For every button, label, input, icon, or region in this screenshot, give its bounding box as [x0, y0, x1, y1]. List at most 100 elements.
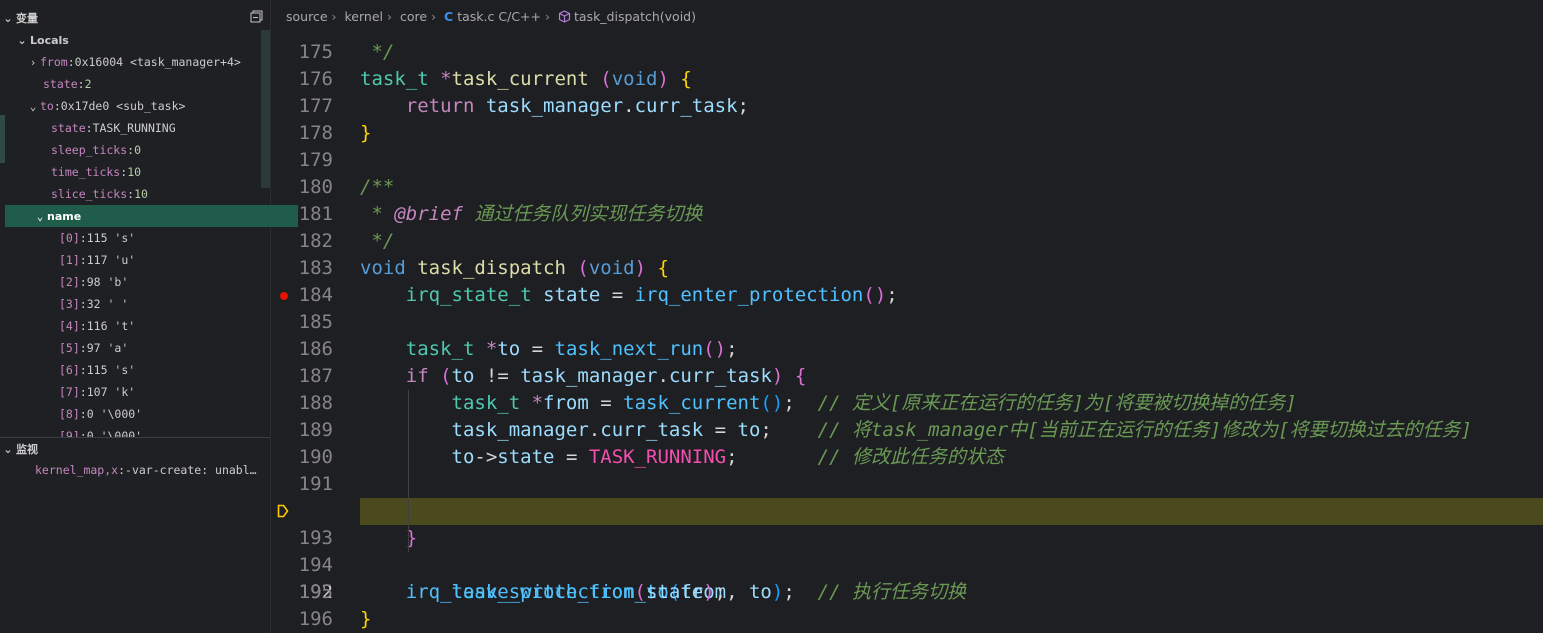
- name-item-9-clip: [9]: 0 '\000': [0, 425, 270, 437]
- watch-value: -var-create: unabl…: [125, 463, 257, 477]
- collapse-all-icon[interactable]: [250, 10, 263, 26]
- var-value: 117 'u': [86, 253, 136, 267]
- var-value: 10: [134, 187, 148, 201]
- code-line-192[interactable]: 192 task_switch_from_to(from, to); // 执行…: [271, 498, 1543, 603]
- var-key: sleep_ticks: [51, 143, 128, 157]
- current-line-highlight: [360, 498, 1543, 525]
- code-line-175[interactable]: 175 */: [271, 39, 1543, 66]
- var-name[interactable]: ⌄ name: [5, 205, 298, 227]
- line-number: 177: [298, 95, 333, 117]
- breadcrumb-item-core[interactable]: core: [400, 9, 427, 24]
- code-line-187[interactable]: 187 if (to != task_manager.curr_task) {: [271, 363, 1543, 390]
- var-value: 0x17de0 <sub_task>: [60, 99, 186, 113]
- code-line-196[interactable]: 196}: [271, 606, 1543, 633]
- chevron-right-icon: ›: [545, 9, 551, 24]
- var-key: [1]: [59, 253, 80, 267]
- code-editor[interactable]: 174 * @brief 获取当前任务 175 */ 176task_t *ta…: [271, 0, 1543, 633]
- watch-item[interactable]: kernel_map,x: -var-create: unabl…: [0, 459, 305, 481]
- var-key: state: [51, 121, 86, 135]
- variables-title: 变量: [16, 12, 38, 25]
- line-number: 181: [298, 203, 333, 225]
- breadcrumb-item-kernel[interactable]: kernel: [345, 9, 384, 24]
- code-line-190[interactable]: 190 to->state = TASK_RUNNING; // 修改此任务的状…: [271, 444, 1543, 471]
- code-line-182[interactable]: 182 */: [271, 228, 1543, 255]
- var-to[interactable]: ⌄ to: 0x17de0 <sub_task>: [0, 95, 296, 117]
- var-value: 115 's': [86, 363, 136, 377]
- watch-key: kernel_map,x: [35, 463, 119, 477]
- line-number: 191: [298, 473, 333, 495]
- code-line-193[interactable]: 193 }: [271, 525, 1543, 552]
- name-item-9[interactable]: [9]: 0 '\000': [0, 425, 270, 437]
- code-line-179[interactable]: 179: [271, 147, 1543, 174]
- code-line-181[interactable]: 181 * @brief 通过任务队列实现任务切换: [271, 201, 1543, 228]
- chevron-down-icon: ⌄: [3, 442, 13, 456]
- code-line-183[interactable]: 183 void task_dispatch (void) {: [271, 255, 1543, 282]
- chevron-right-icon: ›: [29, 55, 37, 69]
- indent-guide: [408, 390, 409, 552]
- c-file-icon: C: [444, 9, 454, 24]
- chevron-down-icon: ⌄: [17, 33, 27, 47]
- breadcrumb: source › kernel › core › Ctask.c C/C++ › tas…: [286, 9, 696, 26]
- var-key: slice_ticks: [51, 187, 128, 201]
- line-number: 178: [298, 122, 333, 144]
- line-number: 183: [298, 257, 333, 279]
- code-text: to->state = TASK_RUNNING; // 修改此任务的状态: [451, 446, 1004, 468]
- var-value: 107 'k': [86, 385, 136, 399]
- debug-pointer-icon: [277, 504, 289, 518]
- line-number: 187: [298, 365, 333, 387]
- var-value: 0 '\000': [86, 407, 143, 421]
- code-text: task_t *task_current (void) {: [360, 68, 692, 90]
- code-line-195[interactable]: 195 irq_leave_protection(state);: [271, 579, 1543, 606]
- line-number: 189: [298, 419, 333, 441]
- line-number: 186: [298, 338, 333, 360]
- variables-scrollbar[interactable]: [261, 30, 270, 188]
- watch-section-header[interactable]: ⌄ 监视: [0, 438, 270, 460]
- var-key: [7]: [59, 385, 80, 399]
- code-text: }: [360, 608, 372, 630]
- var-key: to: [40, 99, 54, 113]
- chevron-down-icon: ⌄: [36, 209, 44, 223]
- breadcrumb-item-source[interactable]: source: [286, 9, 328, 24]
- variables-section-header[interactable]: ⌄ 变量: [0, 7, 270, 29]
- code-line-186[interactable]: 186 task_t *to = task_next_run();: [271, 336, 1543, 363]
- line-number: 195: [298, 581, 333, 603]
- var-key: from: [40, 55, 68, 69]
- code-text: */: [360, 230, 395, 252]
- locals-scope[interactable]: ⌄ Locals: [0, 29, 284, 51]
- line-number: 179: [298, 149, 333, 171]
- line-number: 175: [298, 41, 333, 63]
- line-number: 182: [298, 230, 333, 252]
- line-number: 184: [298, 284, 333, 306]
- code-text: task_t *to = task_next_run();: [405, 338, 738, 360]
- code-line-191[interactable]: 191: [271, 471, 1543, 498]
- var-value: 116 't': [86, 319, 136, 333]
- var-from[interactable]: › from: 0x16004 <task_manager+4>: [0, 51, 296, 73]
- var-value: 32 ' ': [86, 297, 129, 311]
- code-line-194[interactable]: 194: [271, 552, 1543, 579]
- line-number: 196: [298, 608, 333, 630]
- line-number: 193: [298, 527, 333, 549]
- breadcrumb-item-function[interactable]: task_dispatch(void): [574, 9, 696, 24]
- code-line-177[interactable]: 177 return task_manager.curr_task;: [271, 93, 1543, 120]
- var-value: 2: [84, 77, 92, 91]
- chevron-right-icon: ›: [387, 9, 392, 24]
- code-line-185[interactable]: 185: [271, 309, 1543, 336]
- var-key: [5]: [59, 341, 80, 355]
- breadcrumb-item-file[interactable]: task.c: [457, 9, 494, 24]
- code-line-189[interactable]: 189 task_manager.curr_task = to; // 将tas…: [271, 417, 1543, 444]
- var-value: 98 'b': [86, 275, 129, 289]
- code-line-184[interactable]: 184 irq_state_t state = irq_enter_protec…: [271, 282, 1543, 309]
- var-key: time_ticks: [51, 165, 121, 179]
- debug-sidebar: ⌄ 变量 ⌄ Locals › from: 0x16004 <task_mana…: [0, 0, 298, 633]
- breadcrumb-item-language[interactable]: C/C++: [498, 9, 541, 24]
- code-line-178[interactable]: 178}: [271, 120, 1543, 147]
- code-line-176[interactable]: 176 task_t *task_current (void) {: [271, 66, 1543, 93]
- code-line-180[interactable]: 180 /**: [271, 174, 1543, 201]
- code-line-188[interactable]: 188 task_t *from = task_current(); // 定义…: [271, 390, 1543, 417]
- code-text: if (to != task_manager.curr_task) {: [405, 365, 807, 387]
- var-key: name: [47, 209, 82, 223]
- var-key: [3]: [59, 297, 80, 311]
- line-number: 185: [298, 311, 333, 333]
- code-text: return task_manager.curr_task;: [405, 95, 749, 117]
- locals-label: Locals: [30, 33, 69, 47]
